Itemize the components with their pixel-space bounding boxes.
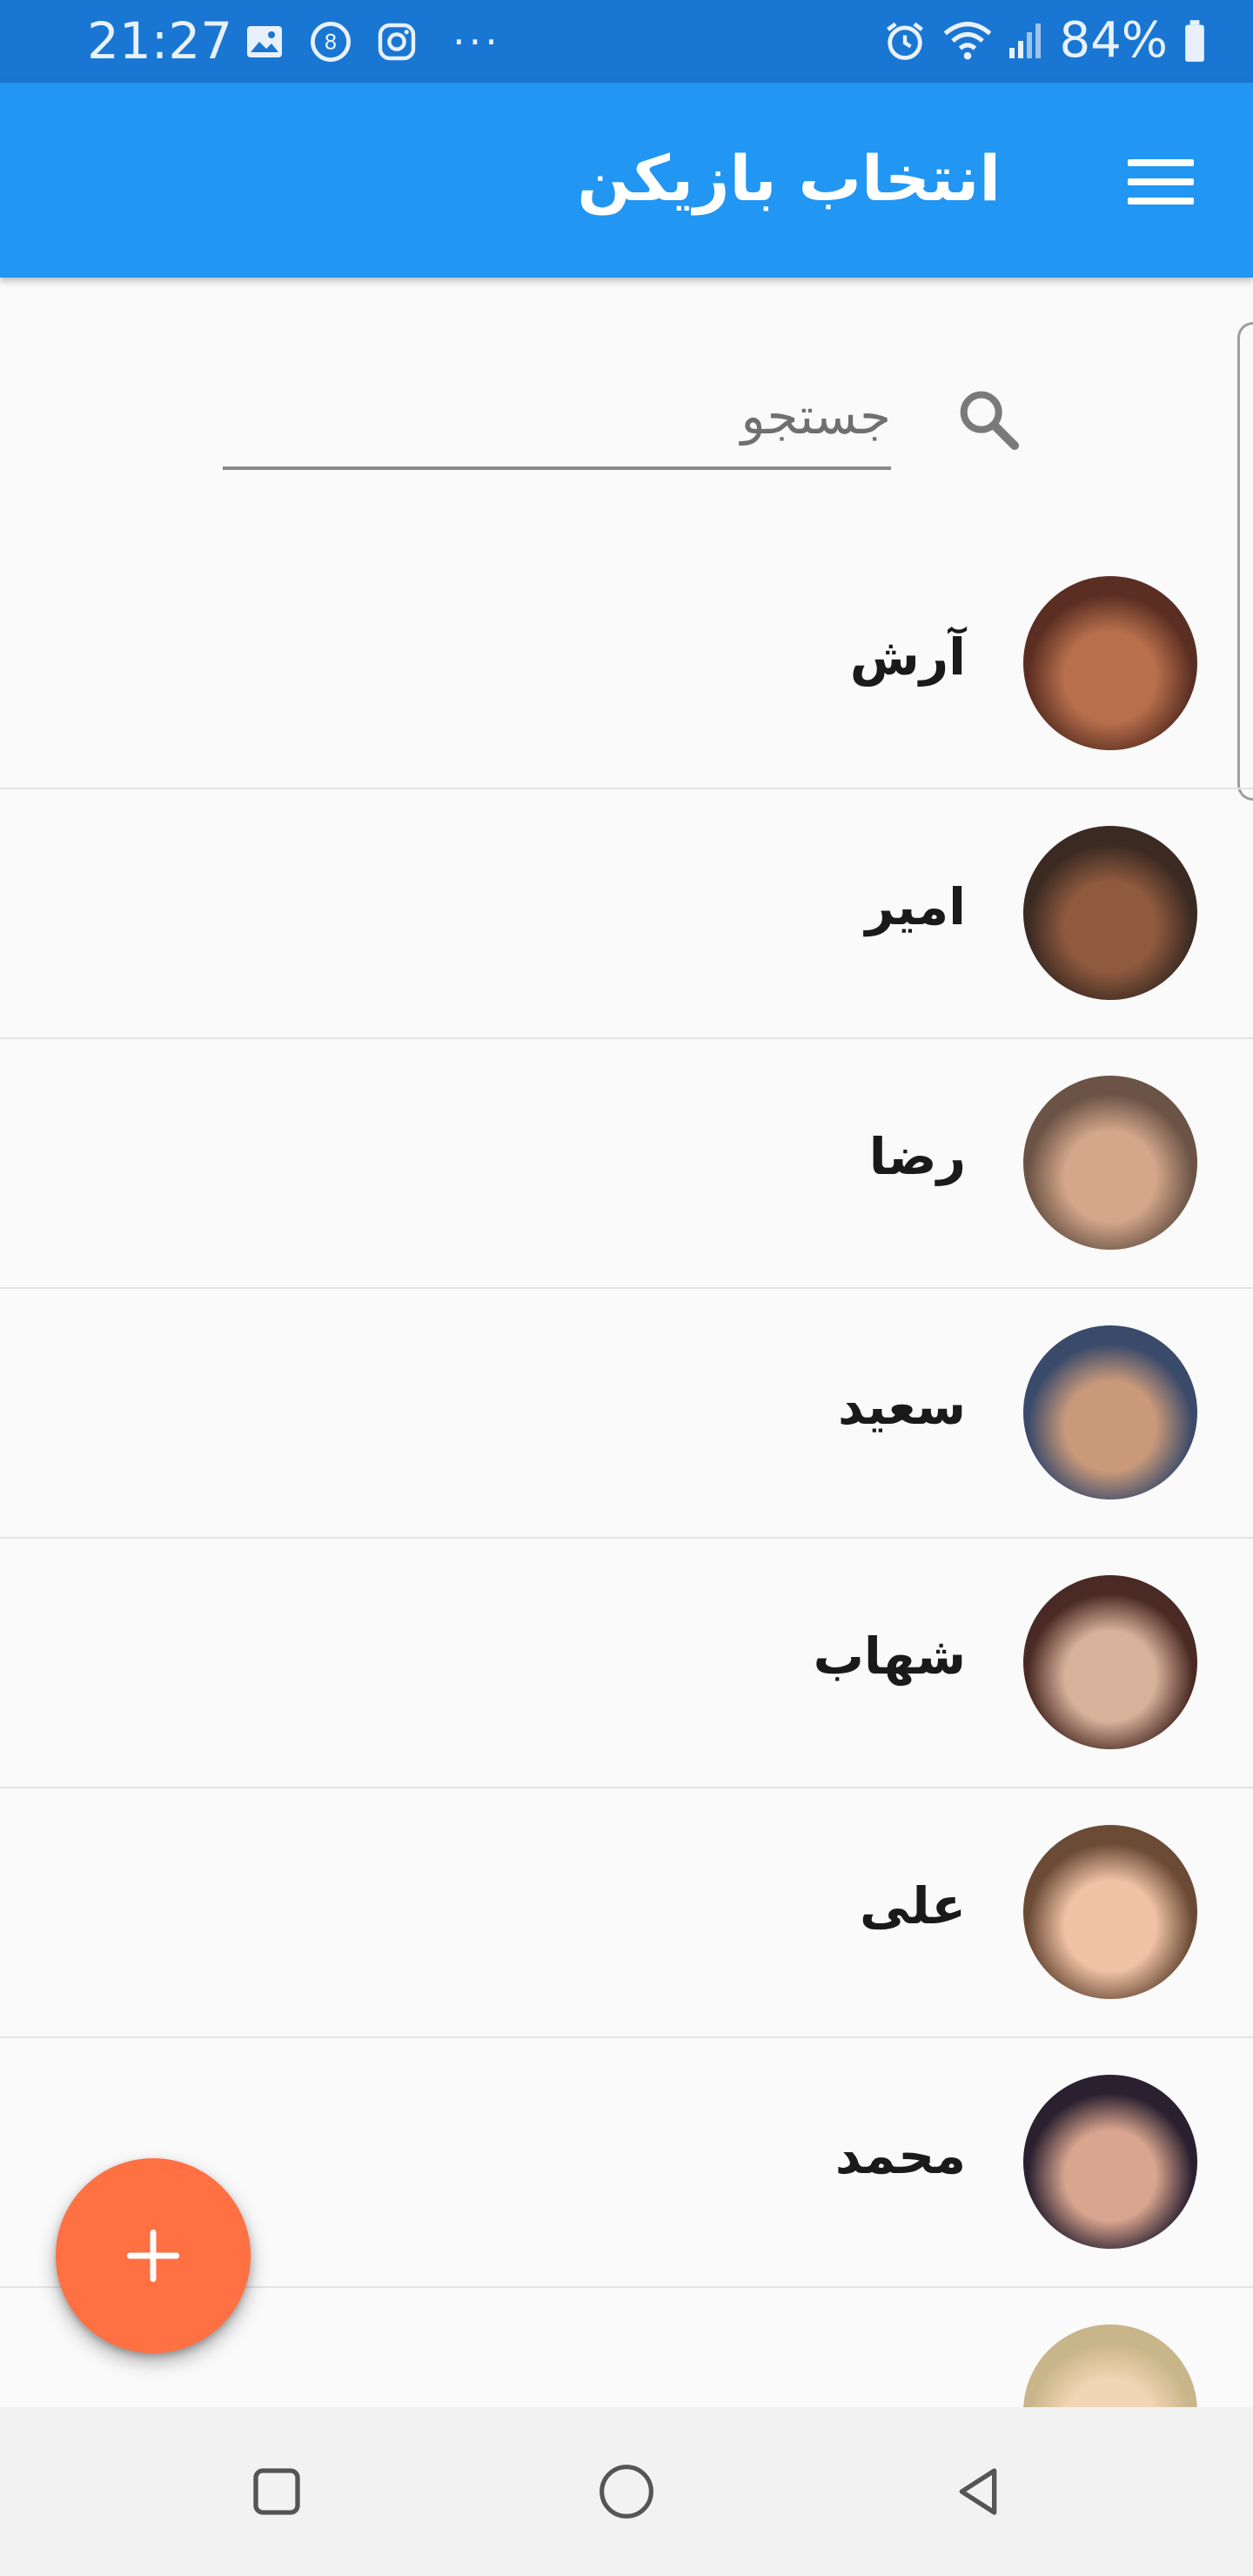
image-icon — [247, 26, 282, 57]
player-name: شهاب — [813, 1627, 966, 1686]
navigation-bar — [0, 2407, 1253, 2576]
recent-apps-button[interactable] — [233, 2448, 320, 2535]
back-icon — [959, 2468, 997, 2515]
status-bar: 21:27 8 ··· 84% — [0, 0, 1253, 83]
player-list: آرش امیر رضا سعید شهاب علی محمد — [0, 540, 1253, 2407]
avatar — [1023, 1076, 1197, 1250]
back-button[interactable] — [935, 2448, 1022, 2535]
player-list-item[interactable]: علی — [0, 1788, 1253, 2038]
alarm-icon — [886, 22, 923, 60]
signal-icon — [1008, 23, 1041, 58]
search-icon[interactable] — [954, 385, 1023, 454]
player-list-item[interactable]: سعید — [0, 1289, 1253, 1539]
add-player-button[interactable] — [56, 2158, 251, 2353]
svg-text:8: 8 — [324, 30, 337, 55]
player-list-item[interactable]: امیر — [0, 789, 1253, 1039]
player-list-item[interactable]: آرش — [0, 540, 1253, 789]
status-time: 21:27 — [87, 11, 233, 70]
avatar — [1023, 576, 1197, 750]
more-notifications-icon: ··· — [452, 18, 501, 65]
player-name: سعید — [838, 1377, 966, 1436]
avatar — [1023, 826, 1197, 1000]
menu-button[interactable] — [1119, 140, 1203, 224]
avatar — [1023, 2324, 1197, 2407]
screen: 21:27 8 ··· 84% انتخاب بازیکن جستجو آرش … — [0, 0, 1253, 2576]
instagram-icon — [378, 23, 416, 61]
plus-icon — [126, 2229, 180, 2283]
player-name: رضا — [868, 1127, 966, 1186]
search-field — [223, 366, 1023, 513]
menu-icon — [1128, 159, 1194, 205]
battery-icon — [1185, 20, 1204, 62]
player-name: آرش — [849, 627, 966, 687]
home-button[interactable] — [583, 2448, 670, 2535]
recent-apps-icon — [253, 2468, 300, 2515]
player-list-item[interactable]: شهاب — [0, 1539, 1253, 1788]
player-name: امیر — [865, 877, 966, 936]
battery-percent: 84% — [1059, 12, 1168, 69]
search-input[interactable] — [223, 366, 891, 470]
player-name: محمد — [834, 2126, 966, 2185]
player-name: علی — [860, 1876, 966, 1935]
status-notification-icons: 8 ··· — [244, 19, 501, 64]
page-title: انتخاب بازیکن — [577, 142, 1001, 215]
avatar — [1023, 2075, 1197, 2249]
home-icon — [600, 2465, 653, 2519]
wifi-icon — [943, 22, 991, 60]
app-bar: انتخاب بازیکن — [0, 83, 1253, 278]
player-list-item[interactable]: رضا — [0, 1039, 1253, 1289]
sync-icon: 8 — [311, 22, 351, 62]
avatar — [1023, 1825, 1197, 1999]
avatar — [1023, 1325, 1197, 1499]
avatar — [1023, 1575, 1197, 1749]
status-system-icons: 84% — [882, 12, 1208, 70]
